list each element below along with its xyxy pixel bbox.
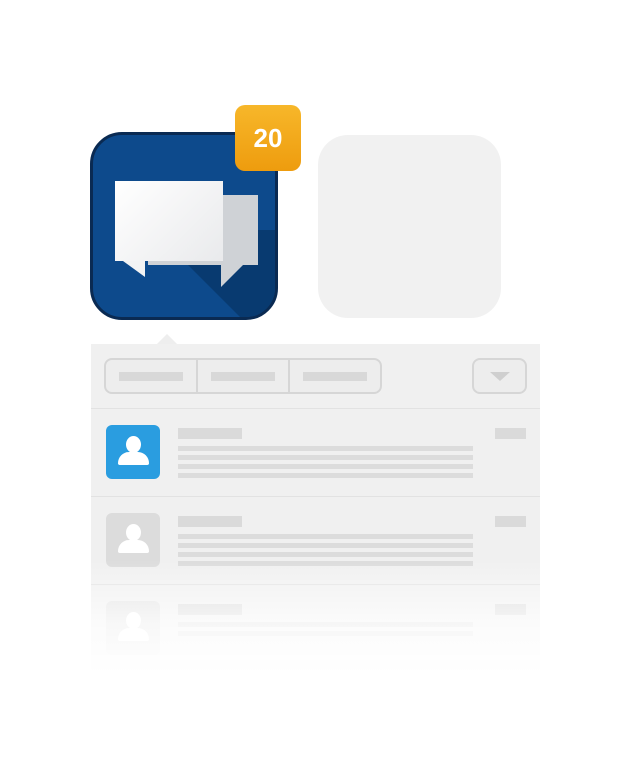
segment-3[interactable]: [290, 360, 380, 392]
segment-1[interactable]: [106, 360, 198, 392]
dropdown-button[interactable]: [472, 358, 527, 394]
contact-icon: [106, 425, 160, 479]
segment-label-placeholder: [211, 371, 275, 381]
bottom-fade: [91, 560, 540, 675]
text-line-placeholder: [178, 455, 473, 460]
sender-placeholder: [178, 516, 242, 527]
placeholder-app-icon[interactable]: [318, 135, 501, 318]
segment-label-placeholder: [303, 371, 367, 381]
text-line-placeholder: [178, 446, 473, 451]
chat-bubble-back-tail: [221, 265, 243, 287]
chat-bubble-front-icon: [115, 181, 223, 261]
text-line-placeholder: [178, 543, 473, 548]
segmented-control: [104, 358, 382, 394]
chat-bubble-front-tail: [123, 261, 145, 277]
time-placeholder: [495, 428, 526, 439]
panel-toolbar: [91, 344, 540, 409]
time-placeholder: [495, 516, 526, 527]
segment-label-placeholder: [119, 371, 183, 381]
message-row[interactable]: [91, 409, 540, 497]
sender-placeholder: [178, 428, 242, 439]
contact-icon: [106, 513, 160, 567]
text-line-placeholder: [178, 464, 473, 469]
text-line-placeholder: [178, 534, 473, 539]
chevron-down-icon: [489, 371, 510, 381]
text-line-placeholder: [178, 473, 473, 478]
notification-badge: 20: [235, 105, 301, 171]
segment-2[interactable]: [198, 360, 290, 392]
text-line-placeholder: [178, 552, 473, 557]
